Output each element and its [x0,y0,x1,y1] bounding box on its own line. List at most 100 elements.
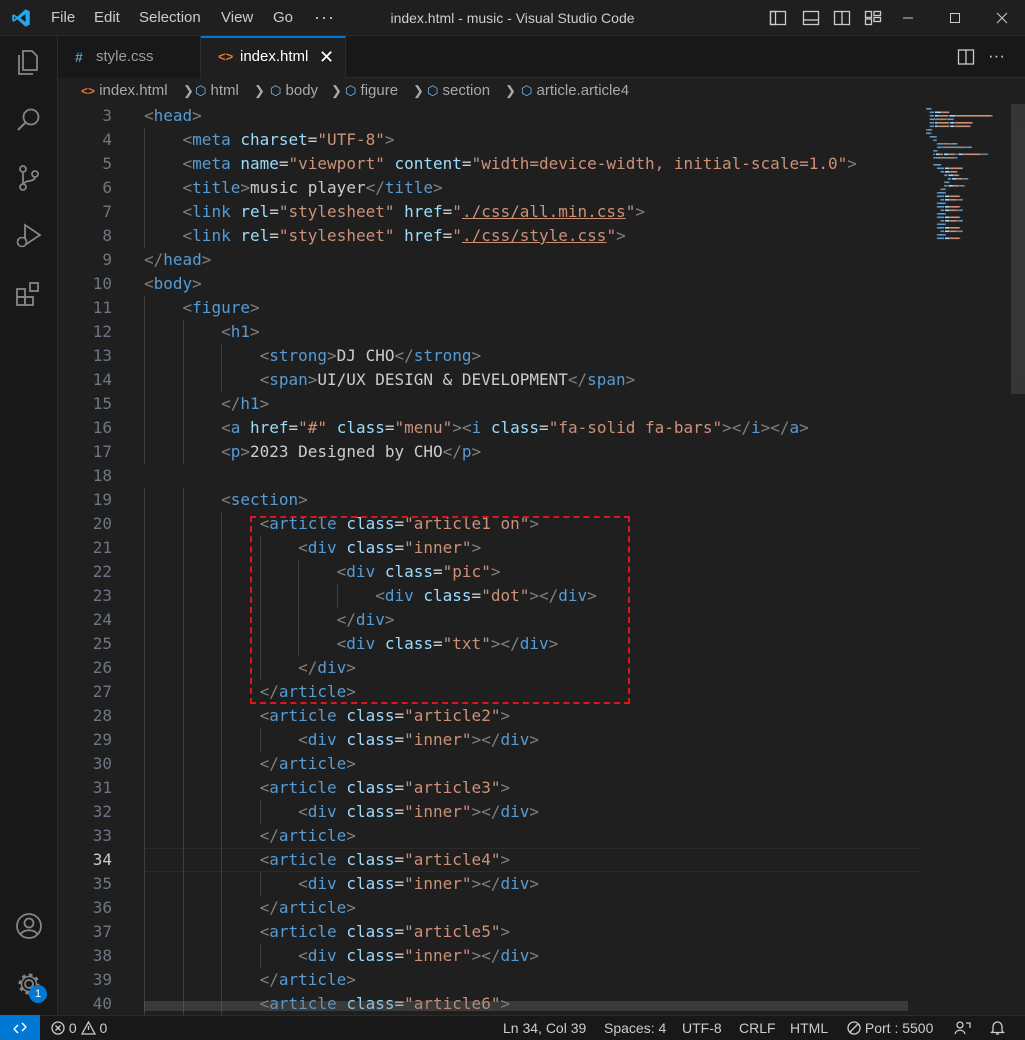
toggle-panel-icon[interactable] [802,9,820,27]
code-text: <article class="article5"> [144,920,511,944]
code-line[interactable]: 17 <p>2023 Designed by CHO</p> [58,440,920,464]
code-line[interactable]: 33 </article> [58,824,920,848]
code-line[interactable]: 3 <head> [58,104,920,128]
code-line[interactable]: 18 [58,464,920,488]
notifications-bell-icon[interactable] [990,1020,1005,1036]
tab-index-html[interactable]: <> index.html ✕ [201,36,346,79]
code-line[interactable]: 16 <a href="#" class="menu"><i class="fa… [58,416,920,440]
code-line[interactable]: 12 <h1> [58,320,920,344]
code-line[interactable]: 7 <link rel="stylesheet" href="./css/all… [58,200,920,224]
breadcrumb-file[interactable]: <> index.html [81,78,168,104]
toggle-secondary-sidebar-icon[interactable] [833,9,851,27]
code-line[interactable]: 4 <meta charset="UTF-8"> [58,128,920,152]
encoding[interactable]: UTF-8 [682,1016,722,1040]
code-line[interactable]: 10 <body> [58,272,920,296]
line-number: 31 [92,778,112,797]
tab-style-css[interactable]: # style.css [58,36,201,78]
menu-file[interactable]: File [51,0,75,36]
minimap-token [957,220,960,222]
code-line[interactable]: 19 <section> [58,488,920,512]
breadcrumb-article4[interactable]: ⬡ article.article4 [521,78,629,104]
explorer-icon[interactable] [13,46,45,78]
minimap-token [930,125,935,128]
account-icon[interactable] [13,910,45,942]
source-control-icon[interactable] [13,162,45,194]
minimap-token [944,234,946,236]
minimap-token [944,237,950,240]
code-line[interactable]: 29 <div class="inner"></div> [58,728,920,752]
code-line[interactable]: 39 </article> [58,968,920,992]
minimap-token [935,122,938,124]
code-token: href [249,418,289,437]
code-line[interactable]: 14 <span>UI/UX DESIGN & DEVELOPMENT</spa… [58,368,920,392]
code-line[interactable]: 37 <article class="article5"> [58,920,920,944]
code-line[interactable]: 8 <link rel="stylesheet" href="./css/sty… [58,224,920,248]
feedback-icon[interactable] [954,1020,971,1036]
code-line[interactable]: 9 </head> [58,248,920,272]
minimap-token [956,209,958,212]
menu-more-button[interactable]: ··· [314,0,335,36]
code-token: < [298,874,308,893]
code-line[interactable]: 30 </article> [58,752,920,776]
code-line[interactable]: 32 <div class="inner"></div> [58,800,920,824]
remote-indicator[interactable] [0,1015,40,1040]
code-line[interactable]: 38 <div class="inner"></div> [58,944,920,968]
minimap-token [936,150,938,152]
code-token: DJ CHO [336,346,395,365]
search-icon[interactable] [13,104,45,136]
minimap-token [940,220,942,222]
breadcrumb-body[interactable]: ⬡ body [270,78,318,104]
code-line[interactable]: 5 <meta name="viewport" content="width=d… [58,152,920,176]
breadcrumb-figure[interactable]: ⬡ figure [345,78,398,104]
code-line[interactable]: 36 </article> [58,896,920,920]
maximize-icon[interactable] [932,0,978,36]
horizontal-scrollbar-thumb[interactable] [144,1001,908,1011]
code-editor[interactable]: 3 <head> 4 <meta charset="UTF-8"> 5 <meta n… [58,104,1025,1015]
close-tab-icon[interactable]: ✕ [319,38,334,76]
problems-indicator[interactable]: 0 0 [51,1016,107,1040]
toggle-primary-sidebar-icon[interactable] [769,9,787,27]
code-line[interactable]: 31 <article class="article3"> [58,776,920,800]
indentation[interactable]: Spaces: 4 [604,1016,666,1040]
breadcrumb-html[interactable]: ⬡ html [195,78,239,104]
live-server-port[interactable]: Port : 5500 [847,1016,933,1040]
code-line[interactable]: 34 <article class="article4"> [58,848,920,872]
code-line[interactable]: 15 </h1> [58,392,920,416]
close-window-icon[interactable] [979,0,1025,36]
code-line[interactable]: 6 <title>music player</title> [58,176,920,200]
code-token: div [500,730,530,749]
code-line[interactable]: 28 <article class="article2"> [58,704,920,728]
code-token: " [452,202,462,221]
customize-layout-icon[interactable] [864,9,882,27]
split-editor-icon[interactable] [957,48,975,66]
extensions-icon[interactable] [13,278,45,310]
code-token: = [269,226,279,245]
breadcrumb-section[interactable]: ⬡ section [427,78,490,104]
menu-edit[interactable]: Edit [94,0,120,36]
code-line[interactable]: 35 <div class="inner"></div> [58,872,920,896]
run-debug-icon[interactable] [13,220,45,252]
code-line[interactable]: 13 <strong>DJ CHO</strong> [58,344,920,368]
cursor-position[interactable]: Ln 34, Col 39 [503,1016,586,1040]
menu-go[interactable]: Go [273,0,293,36]
minimap-token [949,167,951,170]
vertical-scrollbar-thumb[interactable] [1011,104,1025,394]
more-actions-button[interactable]: ··· [988,36,1005,76]
code-token: = [394,874,405,893]
menu-view[interactable]: View [221,0,253,36]
minimap[interactable] [926,104,1006,244]
minimize-icon[interactable] [885,0,931,36]
code-line[interactable]: 11 <figure> [58,296,920,320]
code-token: > [529,874,540,893]
language-mode[interactable]: HTML [790,1016,828,1040]
code-token: article [269,706,337,725]
menu-selection[interactable]: Selection [139,0,201,36]
end-of-line[interactable]: CRLF [739,1016,776,1040]
code-token: article [269,850,337,869]
minimap-token [936,167,938,170]
vscode-logo-icon[interactable] [10,8,32,28]
